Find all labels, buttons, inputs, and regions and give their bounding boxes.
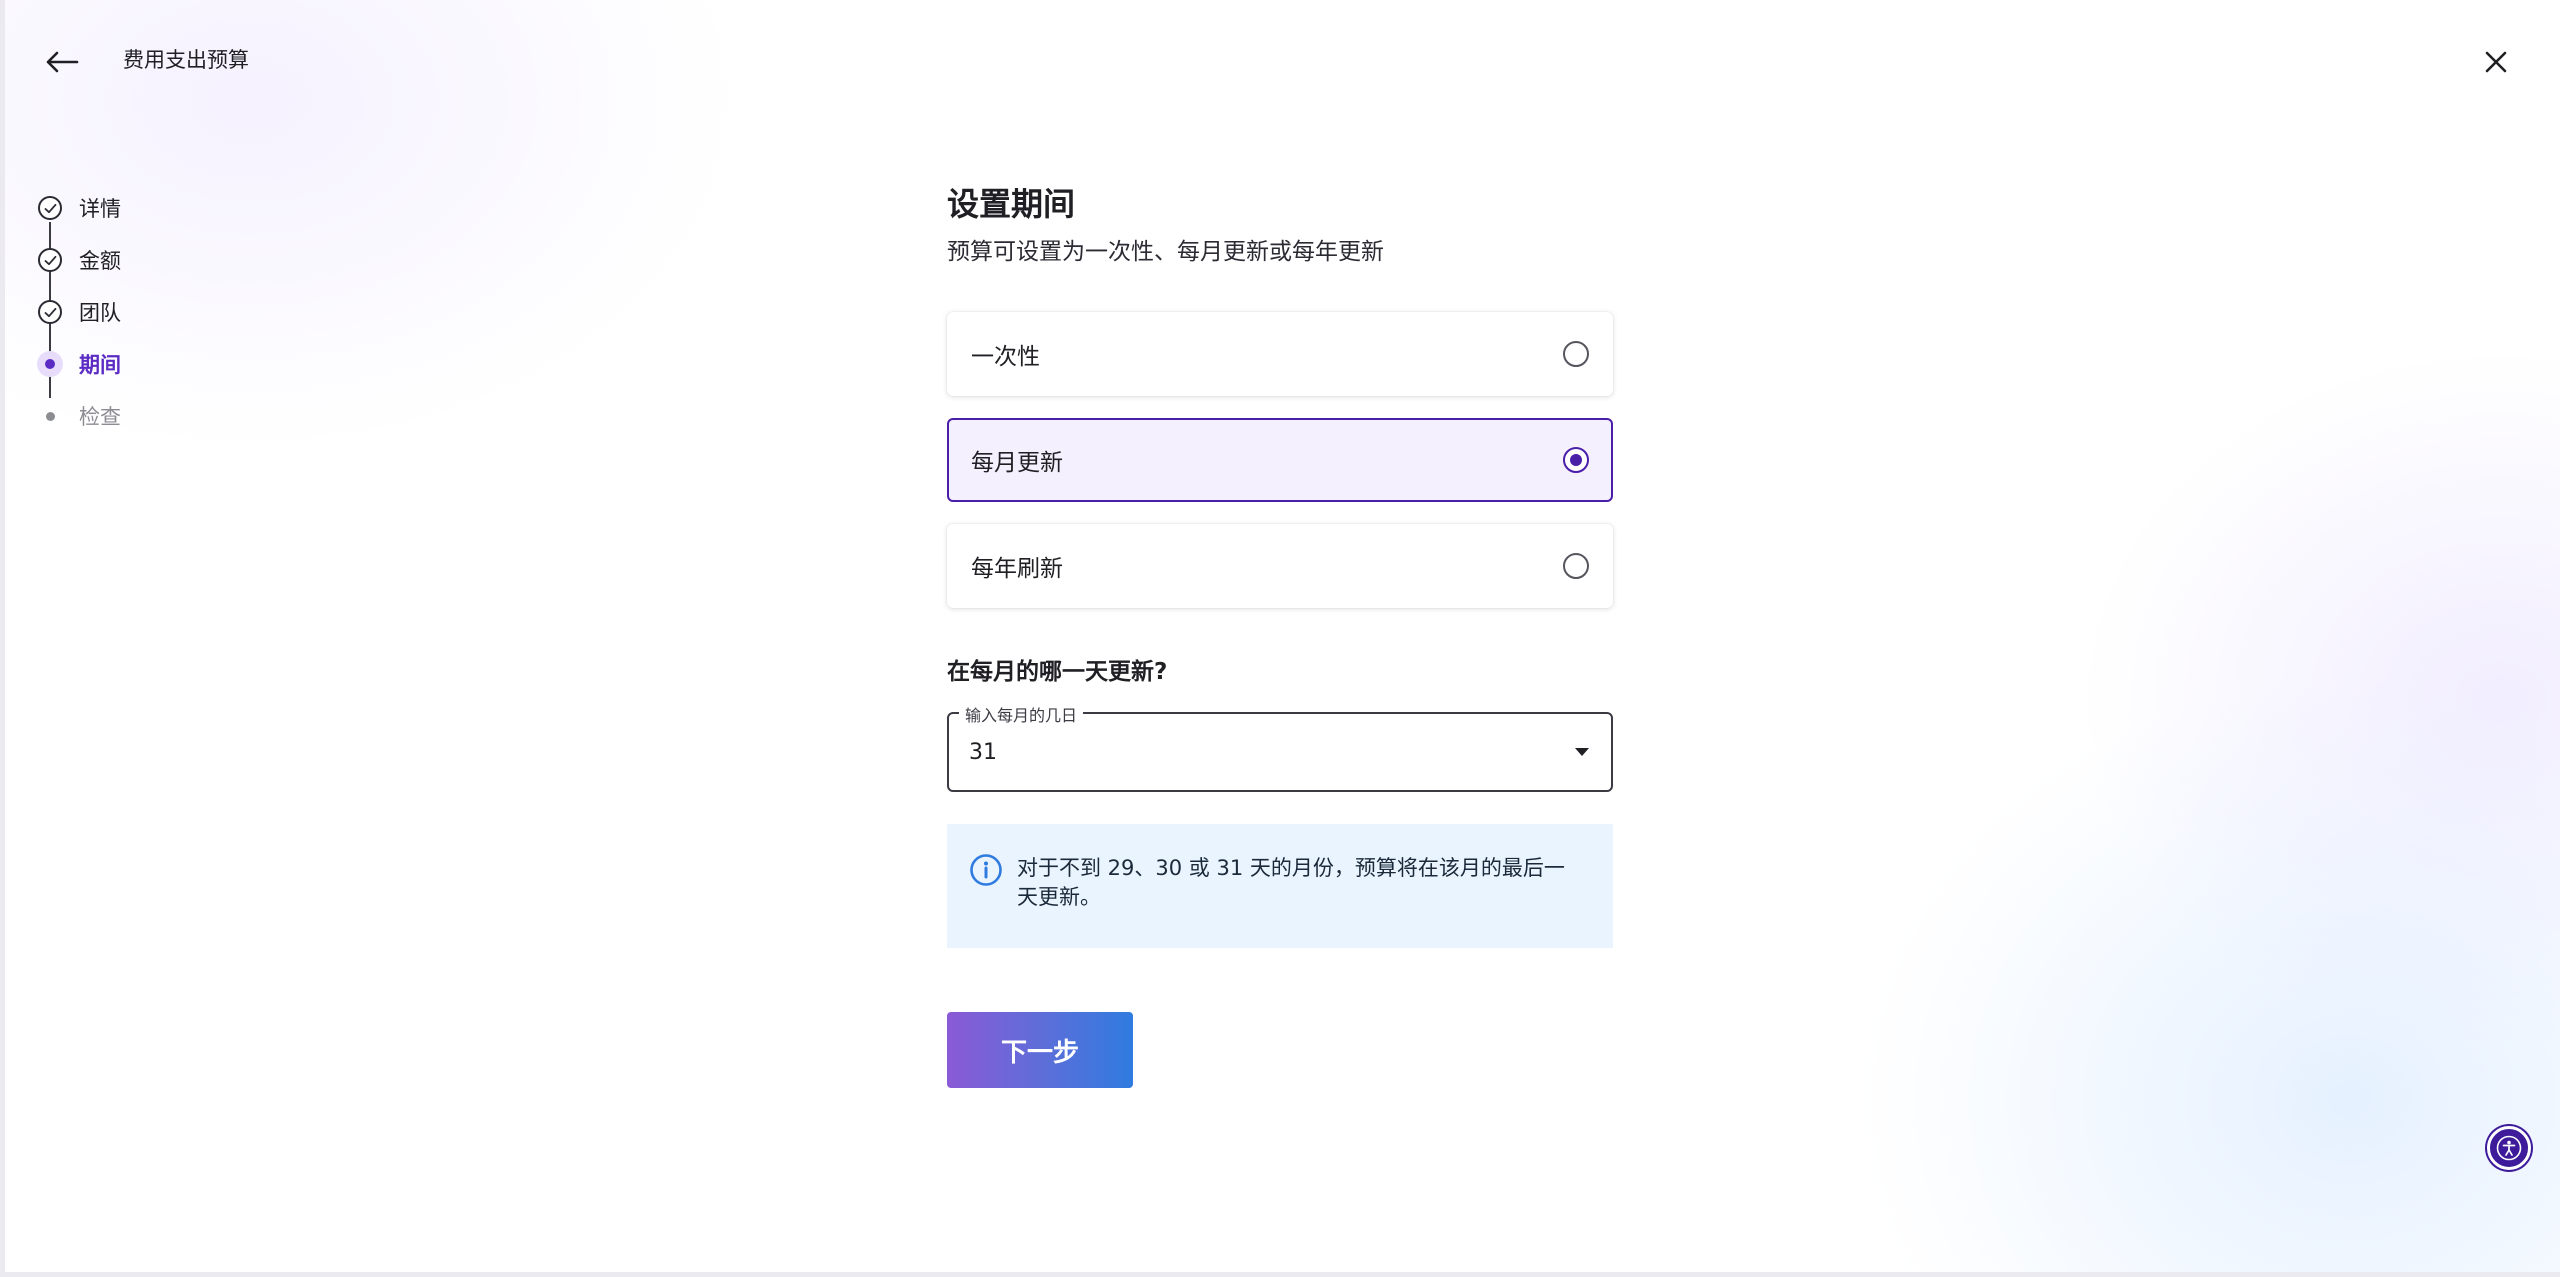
radio-button-checked[interactable] [1563,447,1589,473]
day-select[interactable]: 输入每月的几日 31 [947,702,1613,792]
radio-button[interactable] [1563,341,1589,367]
info-banner: 对于不到 29、30 或 31 天的月份，预算将在该月的最后一天更新。 [947,824,1613,948]
progress-stepper: 详情 金额 团队 期间 检查 [36,182,121,442]
option-one-time[interactable]: 一次性 [947,312,1613,396]
day-select-label: 输入每月的几日 [959,702,1084,726]
period-options: 一次性 每月更新 每年刷新 [947,312,1613,608]
step-label: 团队 [79,301,121,325]
option-label: 一次性 [971,344,1040,370]
day-question: 在每月的哪一天更新? [947,659,1168,685]
next-button[interactable]: 下一步 [947,1012,1133,1088]
day-select-value: 31 [969,739,997,765]
window-edge-bottom [0,1272,2560,1277]
period-form: 设置期间 预算可设置为一次性、每月更新或每年更新 一次性 每月更新 每年刷新 在… [947,182,1613,1088]
check-circle-icon [38,196,62,220]
caret-down-icon [1575,748,1589,756]
info-text: 对于不到 29、30 或 31 天的月份，预算将在该月的最后一天更新。 [1017,856,1565,909]
option-label: 每年刷新 [971,556,1063,582]
info-icon [970,854,1002,886]
check-circle-icon [38,300,62,324]
section-subtitle: 预算可设置为一次性、每月更新或每年更新 [947,239,1384,265]
window-edge-left [0,0,5,1277]
step-label: 期间 [79,353,121,377]
step-label: 详情 [79,197,121,221]
step-label: 检查 [79,405,121,429]
radio-button[interactable] [1563,553,1589,579]
close-icon [2485,51,2507,73]
page-title: 费用支出预算 [123,48,249,72]
section-title: 设置期间 [947,185,1076,223]
back-button[interactable] [40,40,84,84]
arrow-left-icon [46,51,79,73]
step-label: 金额 [79,249,121,273]
accessibility-icon [2496,1135,2522,1161]
active-step-icon [37,351,63,377]
option-label: 每月更新 [971,450,1063,476]
option-yearly[interactable]: 每年刷新 [947,524,1613,608]
option-monthly[interactable]: 每月更新 [947,418,1613,502]
pending-step-icon [45,411,55,421]
accessibility-button[interactable] [2487,1126,2531,1170]
check-circle-icon [38,248,62,272]
close-button[interactable] [2474,40,2518,84]
